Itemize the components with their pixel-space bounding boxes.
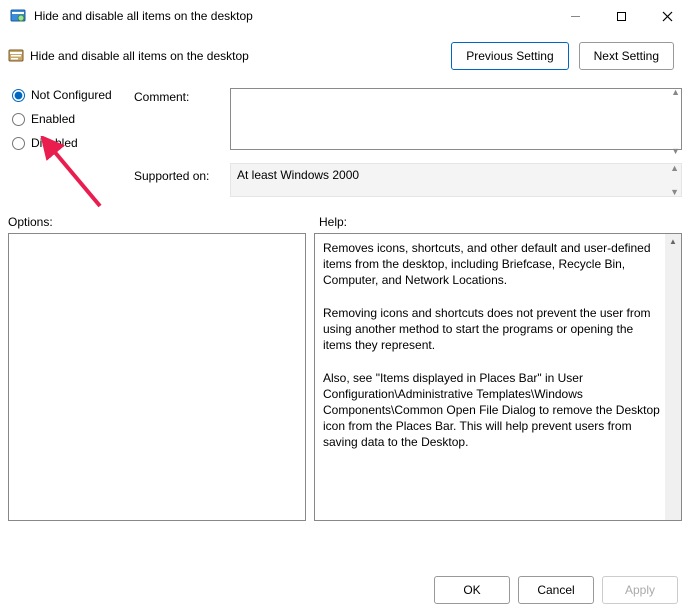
chevron-down-icon: ▼ — [671, 147, 680, 155]
radio-enabled[interactable]: Enabled — [12, 112, 128, 126]
cancel-button[interactable]: Cancel — [518, 576, 594, 604]
comment-scroll-up[interactable]: ▲ — [671, 88, 680, 96]
window-title: Hide and disable all items on the deskto… — [34, 9, 552, 23]
options-pane — [8, 233, 306, 521]
chevron-up-icon: ▲ — [671, 88, 680, 96]
help-text: Removing icons and shortcuts does not pr… — [323, 305, 663, 354]
supported-scroll-down: ▼ — [670, 188, 679, 196]
radio-not-configured-label: Not Configured — [31, 88, 112, 102]
radio-disabled-input[interactable] — [12, 137, 25, 150]
apply-button[interactable]: Apply — [602, 576, 678, 604]
help-label: Help: — [313, 215, 347, 229]
help-scrollbar[interactable]: ▲ — [665, 234, 681, 520]
radio-disabled-label: Disabled — [31, 136, 78, 150]
comment-scroll-down[interactable]: ▼ — [671, 147, 680, 155]
comment-field[interactable] — [230, 88, 682, 150]
help-text: Also, see "Items displayed in Places Bar… — [323, 370, 663, 451]
next-setting-button[interactable]: Next Setting — [579, 42, 674, 70]
radio-not-configured-input[interactable] — [12, 89, 25, 102]
setting-name: Hide and disable all items on the deskto… — [30, 49, 249, 63]
supported-scroll-up: ▲ — [670, 164, 679, 172]
help-text: Removes icons, shortcuts, and other defa… — [323, 240, 663, 289]
radio-enabled-input[interactable] — [12, 113, 25, 126]
minimize-button[interactable] — [552, 0, 598, 32]
chevron-up-icon: ▲ — [670, 164, 679, 172]
radio-enabled-label: Enabled — [31, 112, 75, 126]
maximize-button[interactable] — [598, 0, 644, 32]
help-pane: Removes icons, shortcuts, and other defa… — [314, 233, 682, 521]
chevron-up-icon: ▲ — [668, 237, 678, 247]
supported-label: Supported on: — [134, 155, 224, 197]
supported-on-field: At least Windows 2000 ▲ ▼ — [230, 163, 682, 197]
title-bar: Hide and disable all items on the deskto… — [0, 0, 690, 32]
close-button[interactable] — [644, 0, 690, 32]
ok-button[interactable]: OK — [434, 576, 510, 604]
policy-icon — [10, 8, 26, 24]
radio-disabled[interactable]: Disabled — [12, 136, 128, 150]
supported-on-value: At least Windows 2000 — [237, 168, 359, 182]
radio-not-configured[interactable]: Not Configured — [12, 88, 128, 102]
comment-label: Comment: — [134, 88, 224, 155]
chevron-down-icon: ▼ — [670, 188, 679, 196]
policy-icon — [8, 48, 24, 64]
previous-setting-button[interactable]: Previous Setting — [451, 42, 568, 70]
options-label: Options: — [8, 215, 313, 229]
